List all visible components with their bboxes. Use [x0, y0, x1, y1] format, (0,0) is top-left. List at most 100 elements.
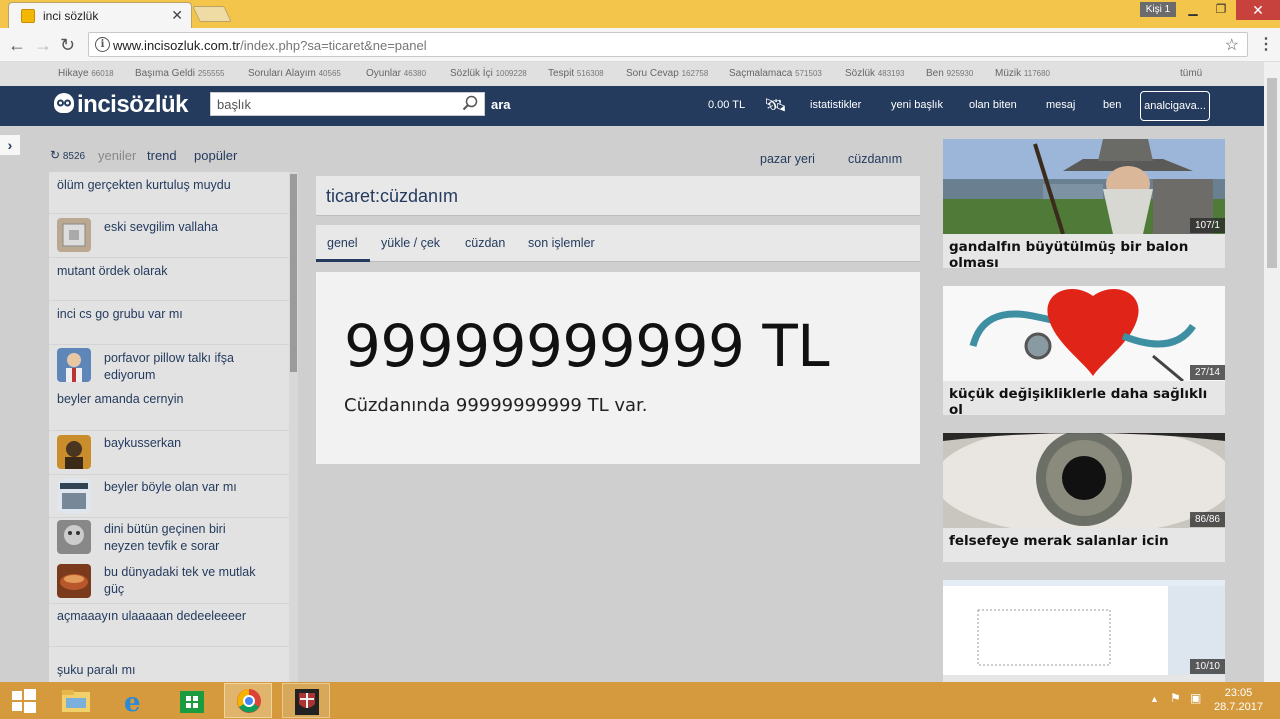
category-link[interactable]: Ben 925930: [926, 68, 973, 79]
tab-cuzdan[interactable]: cüzdan: [465, 236, 505, 250]
user-menu-button[interactable]: analcigava...: [1140, 91, 1210, 121]
list-item[interactable]: inci cs go grubu var mı: [49, 301, 289, 345]
url-path: /index.php?sa=ticaret&ne=panel: [240, 38, 427, 53]
category-link[interactable]: Müzik 117680: [995, 68, 1050, 79]
search-box[interactable]: [210, 92, 485, 116]
list-item[interactable]: beyler amanda cernyin: [49, 389, 289, 431]
topic-list-scroll-thumb[interactable]: [290, 174, 297, 372]
list-item[interactable]: baykusserkan: [49, 431, 289, 475]
minimize-icon[interactable]: ▁: [1180, 2, 1206, 18]
site-favicon-icon: [21, 9, 35, 23]
list-item[interactable]: bu dünyadaki tek ve mutlak güç: [49, 562, 289, 604]
search-input[interactable]: [211, 93, 451, 115]
category-link[interactable]: Sözlük 483193: [845, 68, 905, 79]
nav-mesaj[interactable]: mesaj: [1046, 99, 1075, 111]
profile-button[interactable]: Kişi 1: [1140, 2, 1176, 17]
list-item[interactable]: beyler böyle olan var mı: [49, 475, 289, 518]
back-icon[interactable]: ←: [8, 35, 26, 56]
store-icon[interactable]: [168, 683, 216, 718]
maximize-icon[interactable]: ❐: [1208, 2, 1234, 18]
tab-son-islemler[interactable]: son işlemler: [528, 236, 595, 250]
category-link[interactable]: Soru Cevap 162758: [626, 68, 708, 79]
search-button[interactable]: ara: [491, 97, 511, 112]
topic-list: ölüm gerçekten kurtuluş muydu eski sevgi…: [49, 172, 289, 682]
svg-text:e: e: [124, 688, 141, 718]
tray-expand-icon[interactable]: ▲: [1150, 694, 1159, 704]
address-bar[interactable]: i www.incisozluk.com.tr/index.php?sa=tic…: [88, 32, 1248, 57]
pazar-yeri-link[interactable]: pazar yeri: [760, 152, 815, 166]
page-scroll-thumb[interactable]: [1267, 78, 1277, 268]
nav-istatistikler[interactable]: istatistikler: [810, 99, 861, 111]
list-item[interactable]: dini bütün geçinen biri neyzen tevfik e …: [49, 518, 289, 562]
list-item[interactable]: mutant ördek olarak: [49, 258, 289, 301]
card-image: [943, 580, 1225, 675]
file-explorer-icon[interactable]: [52, 683, 100, 718]
category-link[interactable]: Soruları Alayım 40565: [248, 68, 341, 79]
taskbar-clock[interactable]: 23:05 28.7.2017: [1214, 686, 1263, 714]
internet-explorer-icon[interactable]: e: [110, 683, 158, 718]
list-item[interactable]: ölüm gerçekten kurtuluş muydu: [49, 172, 289, 214]
category-link[interactable]: Saçmalamaca 571503: [729, 68, 822, 79]
forward-icon[interactable]: →: [34, 35, 52, 56]
page-title: ticaret:cüzdanım: [326, 186, 459, 206]
tab-close-icon[interactable]: ✕: [171, 7, 183, 24]
game-app-icon[interactable]: [282, 683, 330, 718]
chrome-icon[interactable]: [224, 683, 272, 718]
list-item[interactable]: açmaaayın ulaaaaan dedeeleeeer: [49, 604, 289, 647]
bookmark-star-icon[interactable]: ☆: [1225, 35, 1239, 55]
card-badge: 86/86: [1189, 512, 1225, 527]
tab-yeniler[interactable]: yeniler: [98, 148, 136, 163]
url-domain: www.incisozluk.com.tr: [113, 38, 241, 53]
new-tab-button[interactable]: [192, 6, 232, 22]
category-link[interactable]: Hikaye 66018: [58, 68, 114, 79]
category-all-link[interactable]: tümü: [1180, 68, 1202, 79]
tab-populer[interactable]: popüler: [194, 148, 237, 163]
site-logo[interactable]: incisözlük: [54, 91, 189, 119]
owl-logo-icon: [54, 93, 74, 113]
search-icon[interactable]: [462, 95, 478, 111]
start-icon[interactable]: [0, 683, 48, 718]
nav-olan-biten[interactable]: olan biten: [969, 99, 1017, 111]
refresh-icon[interactable]: ↻: [50, 148, 60, 162]
featured-card[interactable]: 10/10: [943, 580, 1225, 682]
card-badge: 27/14: [1189, 365, 1225, 380]
list-item[interactable]: eski sevgilim vallaha: [49, 214, 289, 258]
satellite-icon[interactable]: 🛰: [764, 95, 787, 116]
featured-card[interactable]: 107/1 gandalfın büyütülmüş bir balon olm…: [943, 139, 1225, 271]
topic-thumbnail: [57, 564, 91, 598]
list-item[interactable]: şuku paralı mı: [49, 647, 289, 682]
card-badge: 107/1: [1189, 218, 1225, 233]
card-image: [943, 433, 1225, 528]
topic-thumbnail: [57, 435, 91, 469]
nav-ben[interactable]: ben: [1103, 99, 1121, 111]
featured-card[interactable]: 86/86 felsefeye merak salanlar icin: [943, 433, 1225, 562]
tab-yukle-cek[interactable]: yükle / çek: [381, 236, 440, 250]
card-caption: gandalfın büyütülmüş bir balon olması: [949, 239, 1189, 271]
list-item[interactable]: porfavor pillow talkı ifşa ediyorum: [49, 345, 289, 389]
category-link[interactable]: Sözlük İçi 1009228: [450, 68, 527, 79]
browser-menu-icon[interactable]: ⋮: [1258, 34, 1274, 54]
card-badge: 10/10: [1189, 659, 1225, 674]
entry-count: 8526: [62, 151, 86, 162]
window-close-icon[interactable]: ✕: [1236, 0, 1280, 20]
category-link[interactable]: Başıma Geldi 255555: [135, 68, 225, 79]
action-center-icon[interactable]: ⚑: [1170, 691, 1181, 705]
network-icon[interactable]: ▣: [1190, 691, 1201, 705]
tab-title: inci sözlük: [43, 9, 99, 23]
refresh-count[interactable]: ↻ 8526: [50, 148, 85, 162]
category-link[interactable]: Oyunlar 46380: [366, 68, 426, 79]
tab-genel[interactable]: genel: [327, 236, 358, 250]
sidebar-toggle-icon[interactable]: ›: [0, 135, 20, 155]
info-icon[interactable]: i: [95, 37, 110, 52]
balance-link[interactable]: 0.00 TL: [708, 99, 745, 111]
browser-tab[interactable]: inci sözlük ✕: [8, 2, 192, 28]
tab-trend[interactable]: trend: [147, 148, 177, 163]
cuzdanim-link[interactable]: cüzdanım: [848, 152, 902, 166]
featured-card[interactable]: 27/14 küçük değişikliklerle daha sağlıkl…: [943, 286, 1225, 418]
browser-titlebar: [0, 0, 1280, 28]
nav-yeni-baslik[interactable]: yeni başlık: [891, 99, 943, 111]
category-bar: Hikaye 66018 Başıma Geldi 255555 Sorular…: [0, 62, 1264, 86]
reload-icon[interactable]: ↻: [60, 35, 75, 56]
category-link[interactable]: Tespit 516308: [548, 68, 604, 79]
topic-thumbnail: [57, 348, 91, 382]
